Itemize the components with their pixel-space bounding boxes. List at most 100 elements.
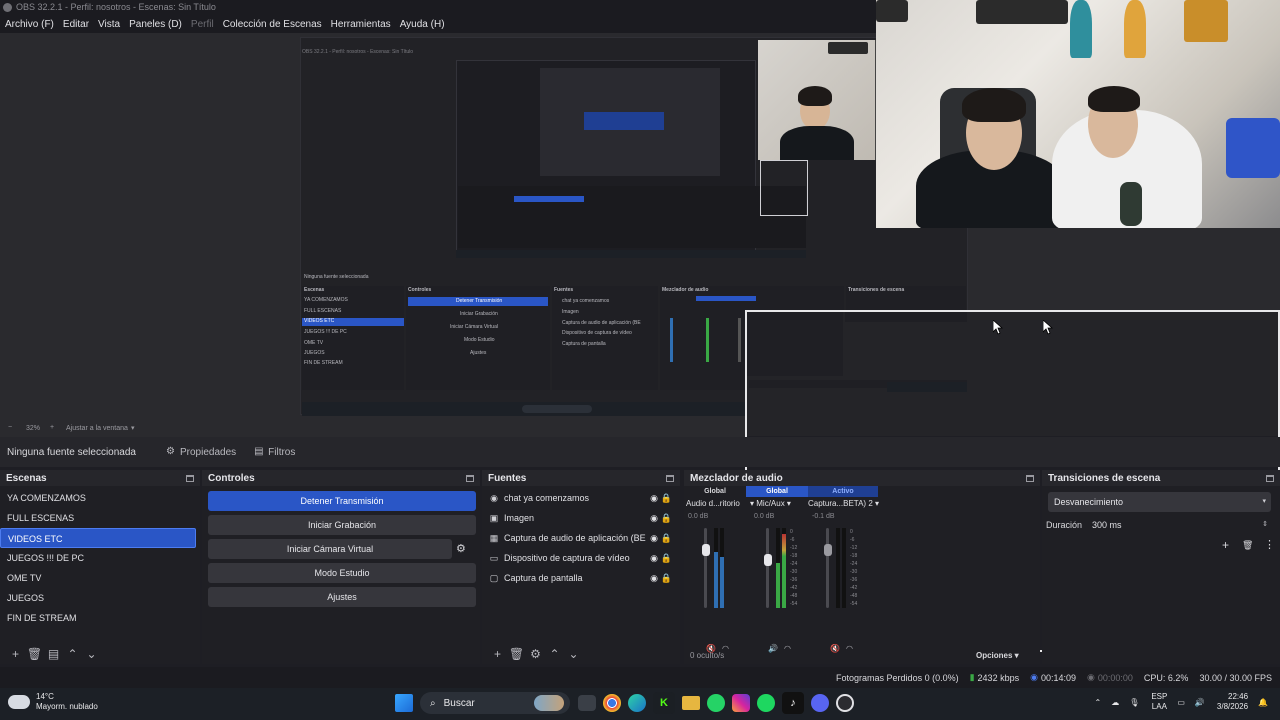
clock[interactable]: 22:46 3/8/2026	[1217, 692, 1248, 712]
spotify-icon[interactable]	[757, 694, 775, 712]
eye-icon[interactable]: ◉	[650, 573, 658, 584]
tiktok-icon[interactable]: ♪	[782, 692, 804, 714]
dock-popout-icon[interactable]	[466, 474, 474, 482]
scene-item[interactable]: YA COMENZAMOS	[0, 488, 200, 508]
dock-popout-icon[interactable]	[186, 474, 194, 482]
trash-icon[interactable]: 🗑	[25, 647, 44, 661]
headphones-icon[interactable]: ◠	[846, 644, 853, 653]
dock-popout-icon[interactable]	[666, 474, 674, 482]
task-view-icon[interactable]	[578, 695, 596, 711]
edge-icon[interactable]	[628, 694, 646, 712]
arrow-up-icon[interactable]: ⌃	[545, 647, 564, 661]
chevron-down-icon[interactable]: ▾	[131, 424, 135, 432]
gear-icon[interactable]: ⚙	[526, 647, 545, 661]
filter-icon[interactable]: ▤	[44, 647, 63, 661]
menu-paneles[interactable]: Paneles (D)	[129, 19, 182, 30]
eye-icon[interactable]: ◉	[650, 533, 658, 544]
lock-icon[interactable]: 🔒	[661, 493, 672, 504]
duration-input[interactable]: 300 ms ⇕	[1086, 516, 1272, 534]
source-item[interactable]: ▣ Imagen ◉ 🔒	[482, 508, 680, 528]
instagram-icon[interactable]	[732, 694, 750, 712]
scene-item[interactable]: OME TV	[0, 568, 200, 588]
eye-icon[interactable]: ◉	[650, 513, 658, 524]
lang-top: ESP	[1151, 692, 1168, 701]
taskbar-search[interactable]: ⌕ Buscar	[420, 692, 570, 714]
menu-herramientas[interactable]: Herramientas	[331, 19, 391, 30]
menu-perfil[interactable]: Perfil	[191, 19, 214, 30]
network-icon[interactable]: ▭	[1177, 698, 1185, 707]
volume-fader[interactable]	[704, 528, 707, 608]
transition-select[interactable]: Desvanecimiento ▾	[1048, 492, 1271, 512]
eye-icon[interactable]: ◉	[650, 493, 658, 504]
source-item[interactable]: ▭ Dispositivo de captura de vídeo ◉ 🔒	[482, 548, 680, 568]
overlay-options[interactable]: Opciones ▾	[976, 651, 1019, 660]
scene-item[interactable]: JUEGOS !!! DE PC	[0, 548, 200, 568]
filters-button[interactable]: ▤ Filtros	[254, 447, 295, 458]
menu-coleccion-escenas[interactable]: Colección de Escenas	[223, 19, 322, 30]
lock-icon[interactable]: 🔒	[661, 533, 672, 544]
lock-icon[interactable]: 🔒	[661, 513, 672, 524]
arrow-down-icon[interactable]: ⌄	[564, 647, 583, 661]
scene-item[interactable]: JUEGOS	[0, 588, 200, 608]
spin-icon[interactable]: ⇕	[1262, 516, 1268, 534]
add-icon[interactable]: +	[1222, 538, 1229, 552]
volume-fader-knob[interactable]	[824, 544, 832, 556]
scene-item[interactable]: FULL ESCENAS	[0, 508, 200, 528]
volume-fader[interactable]	[826, 528, 829, 608]
speaker-muted-icon[interactable]: 🔇	[830, 644, 840, 653]
microphone-icon[interactable]: 🎙	[1129, 698, 1139, 707]
lock-icon[interactable]: 🔒	[661, 573, 672, 584]
start-record-button[interactable]: Iniciar Grabación	[208, 515, 476, 535]
onedrive-icon[interactable]: ☁	[1111, 698, 1119, 707]
headphones-icon[interactable]: ◠	[784, 644, 791, 653]
virtual-cam-button[interactable]: Iniciar Cámara Virtual	[208, 539, 452, 559]
mixer-channel-name-text[interactable]: Captura...BETA) 2	[808, 499, 873, 508]
volume-fader-knob[interactable]	[764, 554, 772, 566]
volume-icon[interactable]: 🔊	[1195, 698, 1205, 707]
mixer-channel-name-text[interactable]: Mic/Aux	[756, 499, 784, 508]
add-icon[interactable]: +	[6, 647, 25, 661]
notification-icon[interactable]: 🔔	[1258, 698, 1268, 707]
studio-mode-button[interactable]: Modo Estudio	[208, 563, 476, 583]
scene-item-selected[interactable]: VIDEOS ETC	[0, 528, 196, 548]
dock-popout-icon[interactable]	[1266, 474, 1274, 482]
eye-icon[interactable]: ◉	[650, 553, 658, 564]
source-item[interactable]: ◉ chat ya comenzamos ◉ 🔒	[482, 488, 680, 508]
scene-item[interactable]: FIN DE STREAM	[0, 608, 200, 628]
menu-ayuda[interactable]: Ayuda (H)	[400, 19, 445, 30]
chevron-up-icon[interactable]: ⌃	[1094, 698, 1101, 707]
zoom-out-button[interactable]: −	[8, 424, 12, 431]
gear-icon[interactable]: ⚙	[456, 542, 470, 556]
volume-fader[interactable]	[766, 528, 769, 608]
zoom-mode[interactable]: Ajustar a la ventana	[66, 425, 128, 432]
chrome-icon[interactable]	[603, 694, 621, 712]
add-icon[interactable]: +	[488, 647, 507, 661]
weather-widget[interactable]: 14°C Mayorm. nublado	[8, 690, 98, 712]
dock-popout-icon[interactable]	[1026, 474, 1034, 482]
properties-button[interactable]: ⚙ Propiedades	[166, 447, 236, 458]
source-item[interactable]: ▢ Captura de pantalla ◉ 🔒	[482, 568, 680, 588]
folder-icon[interactable]	[682, 696, 700, 710]
language-indicator[interactable]: ESP LAA	[1151, 692, 1167, 712]
obs-taskbar-icon[interactable]	[836, 694, 854, 712]
menu-archivo[interactable]: Archivo (F)	[5, 19, 54, 30]
zoom-level[interactable]: 32%	[26, 425, 40, 432]
lock-icon[interactable]: 🔒	[661, 553, 672, 564]
speaker-icon[interactable]: 🔊	[768, 644, 778, 653]
more-icon[interactable]: ⋮	[1264, 538, 1275, 551]
source-item[interactable]: ▦ Captura de audio de aplicación (BE ◉ 🔒	[482, 528, 680, 548]
kick-icon[interactable]: K	[653, 692, 675, 714]
menu-editar[interactable]: Editar	[63, 19, 89, 30]
arrow-down-icon[interactable]: ⌄	[82, 647, 101, 661]
settings-button[interactable]: Ajustes	[208, 587, 476, 607]
whatsapp-icon[interactable]	[707, 694, 725, 712]
stop-stream-button[interactable]: Detener Transmisión	[208, 491, 476, 511]
discord-icon[interactable]	[811, 694, 829, 712]
windows-start-icon[interactable]	[395, 694, 413, 712]
trash-icon[interactable]: 🗑	[1242, 540, 1253, 551]
volume-fader-knob[interactable]	[702, 544, 710, 556]
zoom-in-button[interactable]: +	[50, 424, 54, 431]
arrow-up-icon[interactable]: ⌃	[63, 647, 82, 661]
menu-vista[interactable]: Vista	[98, 19, 120, 30]
trash-icon[interactable]: 🗑	[507, 647, 526, 661]
